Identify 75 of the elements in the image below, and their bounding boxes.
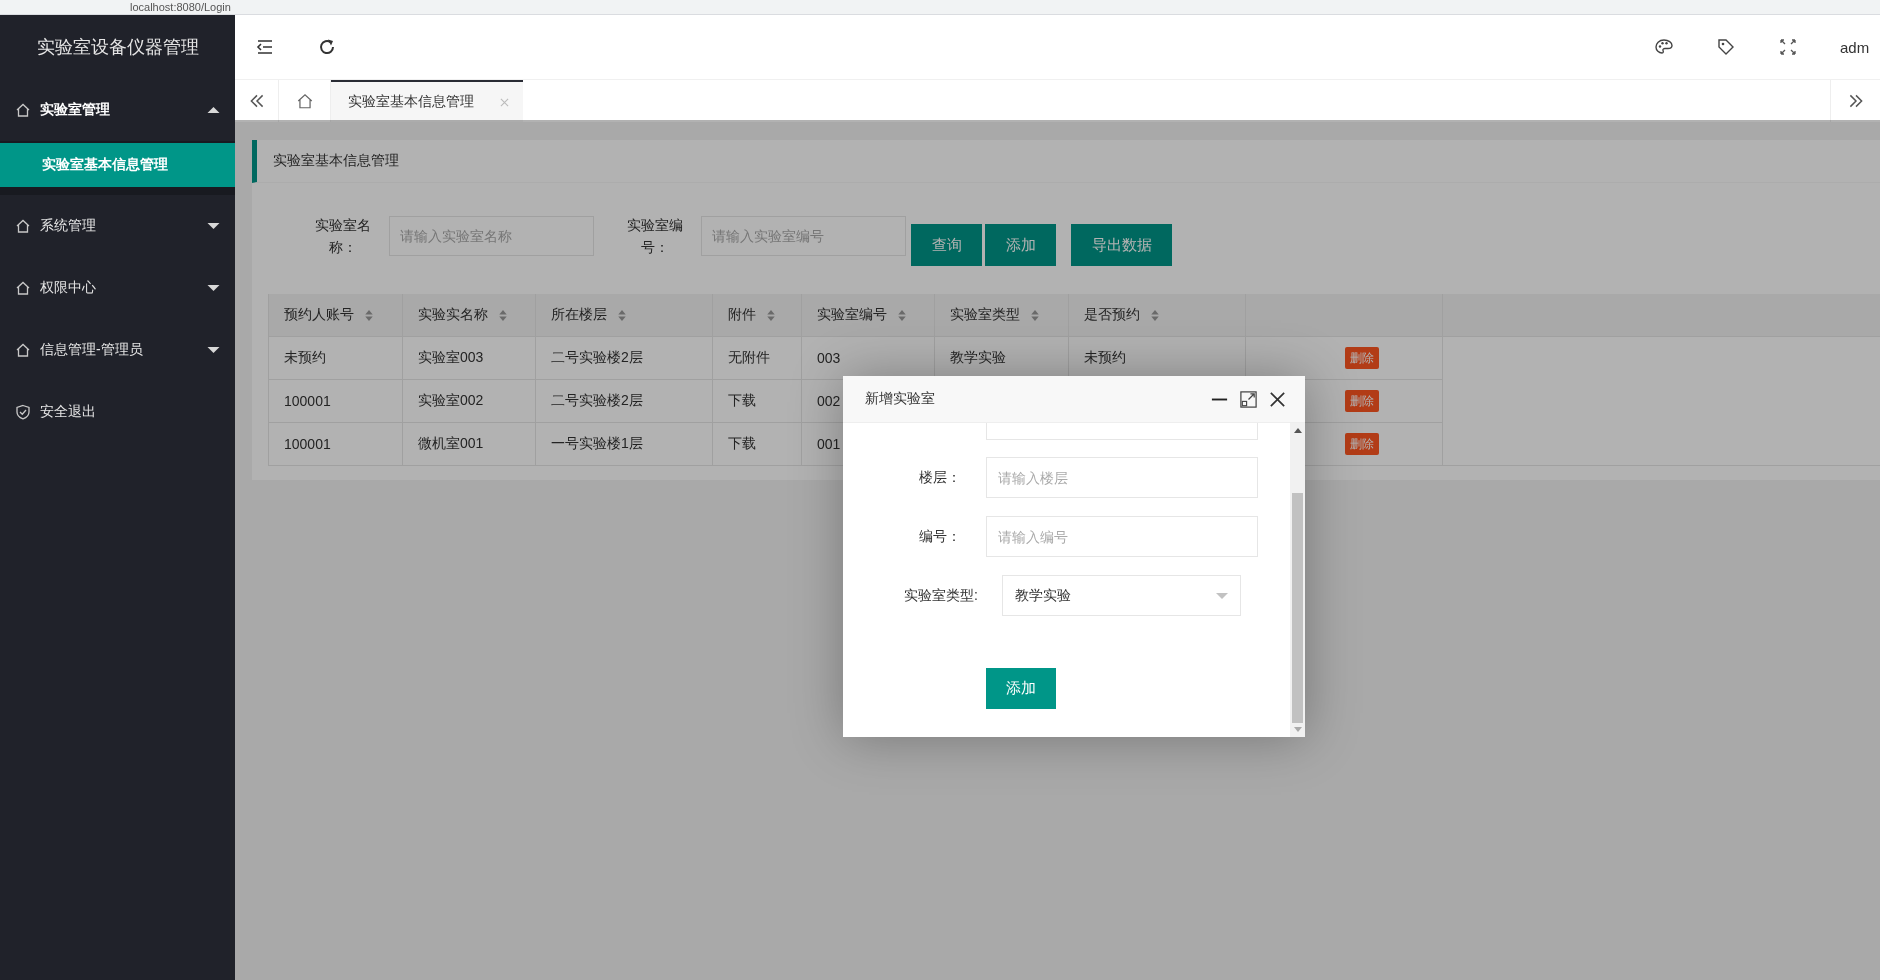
user-name[interactable]: adm xyxy=(1840,38,1880,56)
palette-icon[interactable] xyxy=(1654,37,1674,57)
caret-down-icon xyxy=(1216,591,1228,600)
sort-icon[interactable] xyxy=(766,308,776,322)
table-cell: 未预约 xyxy=(284,349,326,367)
column-header[interactable]: 预约人账号 xyxy=(269,294,403,337)
caret-down-icon xyxy=(207,284,220,292)
filter-label: 实验室编号： xyxy=(626,216,684,257)
table-cell: 未预约 xyxy=(1084,349,1126,367)
dialog-title: 新增实验室 xyxy=(865,390,936,408)
scroll-down-icon[interactable] xyxy=(1293,727,1302,733)
table-cell: 实验室002 xyxy=(418,392,484,410)
maximize-icon[interactable] xyxy=(1239,389,1258,409)
table-cell: 002 xyxy=(817,393,841,409)
shield-icon xyxy=(15,404,31,420)
column-header[interactable]: 实验实名称 xyxy=(403,294,536,337)
table-cell: 一号实验楼1层 xyxy=(551,435,643,453)
table-cell: 001 xyxy=(817,436,841,452)
sort-icon[interactable] xyxy=(1150,308,1160,322)
menu-icon[interactable] xyxy=(255,37,275,57)
column-header[interactable]: 附件 xyxy=(713,294,802,337)
sort-icon[interactable] xyxy=(498,308,508,322)
field-label: 编号： xyxy=(918,527,962,546)
address-bar[interactable]: localhost:8080/Login xyxy=(130,0,231,14)
select-field[interactable]: 教学实验 xyxy=(1002,575,1241,616)
caret-down-icon xyxy=(207,346,220,354)
table-cell: 100001 xyxy=(284,393,331,409)
fullscreen-icon[interactable] xyxy=(1778,37,1798,57)
table-cell: 100001 xyxy=(284,436,331,452)
scrollbar[interactable] xyxy=(1290,423,1305,737)
sidebar-item[interactable]: 实验室管理 xyxy=(0,79,235,141)
sidebar-item[interactable]: 权限中心 xyxy=(0,257,235,319)
table-cell: 二号实验楼2层 xyxy=(551,392,643,410)
refresh-icon[interactable] xyxy=(317,37,337,57)
sidebar-item[interactable]: 信息管理-管理员 xyxy=(0,319,235,381)
page-title: 实验室基本信息管理 xyxy=(252,140,1880,183)
table-cell: 下载 xyxy=(728,435,756,453)
sidebar-item[interactable]: 安全退出 xyxy=(0,381,235,443)
home-icon xyxy=(295,92,314,110)
filter-field[interactable]: 请输入实验室名称 xyxy=(389,216,594,256)
column-header[interactable]: 是否预约 xyxy=(1069,294,1246,337)
table-cell: 实验室003 xyxy=(418,349,484,367)
table-cell: 无附件 xyxy=(728,349,770,367)
sort-icon[interactable] xyxy=(897,308,907,322)
field-label: 楼层： xyxy=(918,468,962,487)
field-label: 实验室类型: xyxy=(903,586,979,605)
close-icon[interactable] xyxy=(1268,389,1287,409)
table-cell: 微机室001 xyxy=(418,435,484,453)
scroll-up-icon[interactable] xyxy=(1293,427,1302,433)
table-cell: 下载 xyxy=(728,392,756,410)
sidebar-subitem[interactable]: 实验室基本信息管理 xyxy=(0,143,235,187)
home-icon xyxy=(15,102,31,118)
sort-icon[interactable] xyxy=(1030,308,1040,322)
column-header[interactable]: 所在楼层 xyxy=(536,294,713,337)
sort-icon[interactable] xyxy=(364,308,374,322)
tag-icon[interactable] xyxy=(1716,37,1736,57)
app-title: 实验室设备仪器管理 xyxy=(35,36,200,59)
table-cell: 教学实验 xyxy=(950,349,1006,367)
home-icon xyxy=(15,280,31,296)
sidebar-item[interactable]: 系统管理 xyxy=(0,195,235,257)
home-icon xyxy=(15,218,31,234)
submit-button[interactable]: 添加 xyxy=(986,668,1056,709)
table-cell: 003 xyxy=(817,350,841,366)
input-field[interactable]: 请输入楼层 xyxy=(986,457,1258,498)
table-cell: 二号实验楼2层 xyxy=(551,349,643,367)
filter-field[interactable]: 请输入实验室编号 xyxy=(701,216,906,256)
caret-up-icon xyxy=(207,106,220,114)
column-header[interactable]: 实验室编号 xyxy=(802,294,935,337)
input-field[interactable]: 请输入编号 xyxy=(986,516,1258,557)
caret-down-icon xyxy=(207,222,220,230)
sort-icon[interactable] xyxy=(617,308,627,322)
home-icon xyxy=(15,342,31,358)
column-header[interactable]: 实验室类型 xyxy=(935,294,1069,337)
filter-label: 实验室名称： xyxy=(314,216,372,257)
page-tab[interactable]: 实验室基本信息管理 xyxy=(331,80,523,122)
